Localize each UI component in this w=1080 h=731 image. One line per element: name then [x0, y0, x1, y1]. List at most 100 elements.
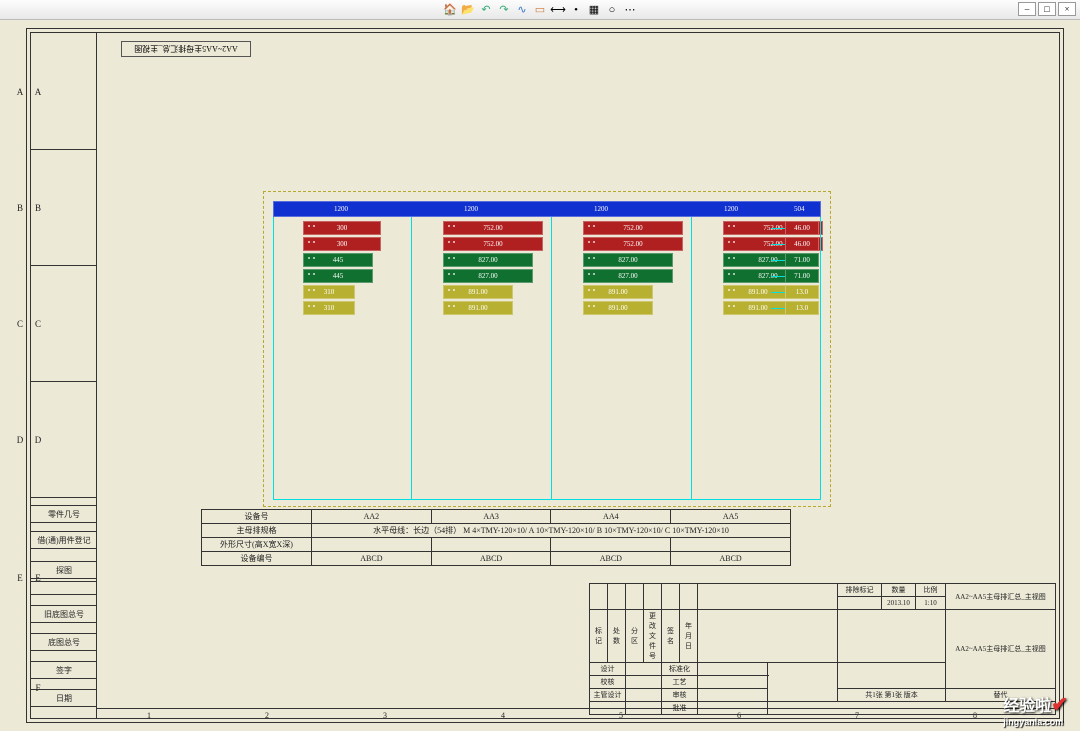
minimize-button[interactable]: –: [1018, 2, 1036, 16]
side-blank1: [31, 581, 97, 595]
tb-r2l: 主管设计: [590, 689, 626, 702]
spec-r1-v: 水平母线：长边（54排） M 4×TMY-120×10/ A 10×TMY-12…: [312, 524, 791, 538]
app-window: 🏠 📂 ↶ ↷ ∿ ▭ ⟷ • ▦ ○ ⋯ – □ × A B: [0, 0, 1080, 731]
red-bar-2-0: 752.00: [583, 221, 683, 235]
side-date: 日期: [31, 689, 97, 707]
tb-circle-icon[interactable]: ○: [605, 3, 619, 17]
spec-r3-c1: ABCD: [431, 552, 551, 566]
stub-1: 46.00: [785, 237, 819, 251]
tb-rh2: 比例: [916, 584, 946, 597]
tb-rv2: 1:10: [916, 597, 946, 610]
tb-title2: AA2~AA5主母排汇总_主视图: [946, 610, 1056, 689]
tb-sh2: 分区: [626, 610, 644, 663]
spec-r2-l: 外形尺寸(高X宽X深): [202, 538, 312, 552]
spec-r1-l: 主母排规格: [202, 524, 312, 538]
spec-h2: AA3: [431, 510, 551, 524]
close-button[interactable]: ×: [1058, 2, 1076, 16]
red-bar-1-0: 752.00: [443, 221, 543, 235]
tb-rv1: 2013.10: [882, 597, 916, 610]
tb-open-icon[interactable]: 📂: [461, 3, 475, 17]
side-sign: 签字: [31, 661, 97, 679]
col-2: 2: [265, 711, 269, 720]
cyan-v5: [820, 217, 821, 499]
olive-bar-2-1: 891.00: [583, 301, 653, 315]
tb-sh1: 处数: [608, 610, 626, 663]
olive-bar-0-0: 310: [303, 285, 355, 299]
cyan-v1: [273, 217, 274, 499]
side-old-base: 旧底图总号: [31, 605, 97, 623]
spec-h0: 设备号: [202, 510, 312, 524]
red-bar-0-0: 300: [303, 221, 381, 235]
blue-seg-4: 1200: [724, 205, 738, 213]
row-label-d-left: D: [13, 435, 27, 445]
tb-undo-icon[interactable]: ↶: [479, 3, 493, 17]
stub-5: 13.0: [785, 301, 819, 315]
busbar-drawing: 1200 1200 1200 1200 504 3003004454453103…: [273, 201, 821, 501]
green-bar-0-0: 445: [303, 253, 373, 267]
tb-r1l: 校核: [590, 676, 626, 689]
cyan-h: [273, 499, 821, 500]
green-bar-0-1: 445: [303, 269, 373, 283]
spec-h3: AA4: [551, 510, 671, 524]
spec-r3-c3: ABCD: [671, 552, 791, 566]
tb-r3r: 批准: [662, 702, 698, 715]
row-label-b-right: B: [31, 203, 45, 213]
side-base-no: 底图总号: [31, 633, 97, 651]
blue-seg-5: 504: [794, 205, 805, 213]
tb-home-icon[interactable]: 🏠: [443, 3, 457, 17]
frame-inner: A B C D E A B C D E F 零件几号 借(通)用件登记 探图 旧…: [30, 32, 1060, 719]
cyan-v2: [411, 217, 412, 499]
maximize-button[interactable]: □: [1038, 2, 1056, 16]
drawing-canvas[interactable]: A B C D E A B C D E F 零件几号 借(通)用件登记 探图 旧…: [0, 20, 1080, 731]
blue-seg-1: 1200: [334, 205, 348, 213]
olive-bar-0-1: 310: [303, 301, 355, 315]
drawing-frame: A B C D E A B C D E F 零件几号 借(通)用件登记 探图 旧…: [26, 28, 1064, 723]
tb-redo-icon[interactable]: ↷: [497, 3, 511, 17]
cyan-v4: [691, 217, 692, 499]
spec-r2-c1: [431, 538, 551, 552]
blue-seg-3: 1200: [594, 205, 608, 213]
row-label-a-right: A: [31, 87, 45, 97]
tb-sh4: 签名: [662, 610, 680, 663]
toolbar: 🏠 📂 ↶ ↷ ∿ ▭ ⟷ • ▦ ○ ⋯: [0, 0, 1080, 20]
row-label-c-left: C: [13, 319, 27, 329]
row-label-a-left: A: [13, 87, 27, 97]
red-bar-0-1: 300: [303, 237, 381, 251]
stub-0: 46.00: [785, 221, 819, 235]
col-3: 3: [383, 711, 387, 720]
tb-r0l: 设计: [590, 663, 626, 676]
tb-sh3: 更改文件号: [644, 610, 662, 663]
tb-more-icon[interactable]: ⋯: [623, 3, 637, 17]
side-explore: 探图: [31, 561, 97, 579]
tb-r2r: 审核: [662, 689, 698, 702]
side-borrow: 借(通)用件登记: [31, 531, 97, 549]
tb-dim-icon[interactable]: ⟷: [551, 3, 565, 17]
spec-r3-l: 设备编号: [202, 552, 312, 566]
watermark-main: 经验啦: [1003, 698, 1051, 715]
stub-3: 71.00: [785, 269, 819, 283]
red-bar-1-1: 752.00: [443, 237, 543, 251]
spec-r3-c2: ABCD: [551, 552, 671, 566]
tb-title1: AA2~AA5主母排汇总_主视图: [946, 584, 1056, 610]
tb-grid-icon[interactable]: ▦: [587, 3, 601, 17]
tb-layer-icon[interactable]: ▭: [533, 3, 547, 17]
spec-r2-c0: [312, 538, 432, 552]
row-label-d-right: D: [31, 435, 45, 445]
tb-r1r: 工艺: [662, 676, 698, 689]
col-4: 4: [501, 711, 505, 720]
check-icon: ✔: [1051, 694, 1068, 716]
red-bar-2-1: 752.00: [583, 237, 683, 251]
view-tab[interactable]: AA2~AA5主母排汇总_主视图: [121, 41, 251, 57]
tb-sheet: 共1张 第1张 版本: [838, 689, 946, 702]
spec-h1: AA2: [312, 510, 432, 524]
tb-curve-icon[interactable]: ∿: [515, 3, 529, 17]
olive-bar-2-0: 891.00: [583, 285, 653, 299]
stub-4: 13.0: [785, 285, 819, 299]
olive-bar-1-0: 891.00: [443, 285, 513, 299]
tb-rh0: 排除标记: [838, 584, 882, 597]
tb-dot-icon[interactable]: •: [569, 3, 583, 17]
row-label-b-left: B: [13, 203, 27, 213]
tb-rh1: 数量: [882, 584, 916, 597]
green-bar-2-1: 827.00: [583, 269, 673, 283]
row-label-c-right: C: [31, 319, 45, 329]
